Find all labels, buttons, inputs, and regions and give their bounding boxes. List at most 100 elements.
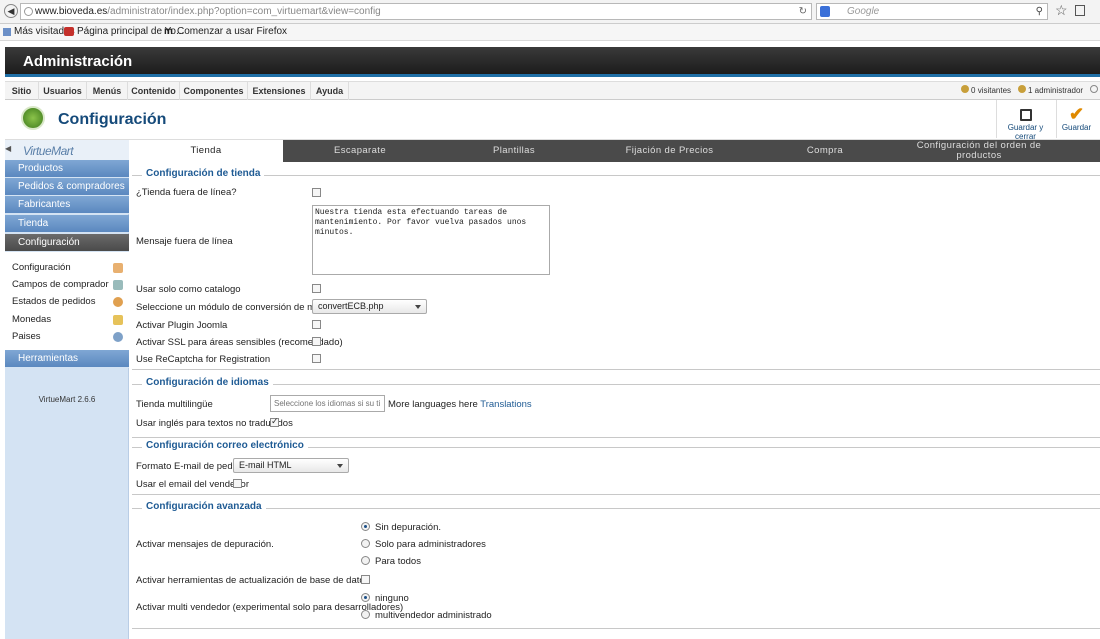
search-field[interactable]: Google ⚲ [816,3,1048,20]
browser-toolbar: ◀ www.bioveda.es/administrator/index.php… [0,0,1100,24]
sidebar-sub-campos[interactable]: Campos de comprador [5,276,129,293]
sidebar-item-pedidos[interactable]: Pedidos & compradores [5,178,129,196]
sub-label: Paises [12,331,41,342]
page-title: Configuración [58,111,167,128]
sidebar-sub-paises[interactable]: Paises [5,328,129,345]
multivendor-option-none: ninguno [375,593,409,604]
menu-componentes[interactable]: Componentes [180,82,248,100]
config-content: Configuración de tienda ¿Tienda fuera de… [129,162,1100,639]
debug-option-all: Para todos [375,556,421,567]
bookmark-firefox[interactable]: Comenzar a usar Firefox [177,24,287,40]
sub-label: Monedas [12,314,52,325]
currency-module-label: Seleccione un módulo de conversión de mo… [136,302,342,313]
save-close-label: Guardar y cerrar [1007,123,1044,141]
globe-icon [113,332,123,342]
menu-ayuda[interactable]: Ayuda [311,82,349,100]
offline-checkbox[interactable] [312,188,321,197]
joomla-plugin-checkbox[interactable] [312,320,321,329]
multilingual-label: Tienda multilingüe [136,399,213,410]
status-info: 0 visitantes 1 administrador [960,82,1100,100]
db-tools-label: Activar herramientas de actualización de… [136,575,370,586]
vendor-email-checkbox[interactable] [233,479,242,488]
google-icon [820,6,830,17]
section-legend: Configuración de idiomas [142,377,273,388]
visitors-count: 0 visitantes [971,86,1012,95]
sub-label: Campos de comprador [12,279,109,290]
coins-icon [113,315,123,325]
bookmarks-icon[interactable] [1075,5,1085,16]
tab-orden-productos[interactable]: Configuración del orden de productos [902,140,1056,162]
menu-menus[interactable]: Menús [87,82,128,100]
sidebar-sub-estados[interactable]: Estados de pedidos [5,293,129,310]
admin-header: Administración [5,47,1100,77]
sidebar-logo: ◀ VirtueMart [5,140,129,161]
email-format-select[interactable]: E-mail HTML [233,458,349,473]
status-icon [113,297,123,307]
sidebar-item-herramientas[interactable]: Herramientas [5,350,129,368]
save-label: Guardar [1061,123,1092,132]
admin-menu: Sitio Usuarios Menús Contenido Component… [5,81,1100,100]
offline-message-label: Mensaje fuera de línea [136,236,233,247]
sidebar-item-fabricantes[interactable]: Fabricantes [5,196,129,214]
firefox-icon: m [164,26,173,37]
menu-contenido[interactable]: Contenido [128,82,180,100]
sidebar-sub-configuracion[interactable]: Configuración [5,259,129,276]
checkmark-icon: ✔ [1068,104,1085,124]
debug-radio-none[interactable] [361,522,370,531]
bookmarks-bar: Más visitados Página principal de Yo... … [0,24,1100,41]
globe-icon [24,7,33,16]
tab-compra[interactable]: Compra [748,140,902,162]
url-path: /administrator/index.php?option=com_virt… [107,6,381,17]
back-icon[interactable]: ◀ [4,4,18,18]
virtuemart-logo: VirtueMart [23,144,74,158]
tab-fijacion-precios[interactable]: Fijación de Precios [591,140,748,162]
more-languages-label: More languages here [388,399,478,410]
sidebar-item-configuracion[interactable]: Configuración [5,234,129,252]
sidebar-item-productos[interactable]: Productos [5,160,129,178]
section-legend: Configuración correo electrónico [142,440,308,451]
offline-label: ¿Tienda fuera de línea? [136,187,237,198]
sidebar-item-tienda[interactable]: Tienda [5,215,129,233]
debug-radio-all[interactable] [361,556,370,565]
tab-tienda[interactable]: Tienda [129,140,283,162]
search-icon[interactable]: ⚲ [1036,4,1043,19]
admin-title: Administración [23,53,133,70]
currency-module-select[interactable]: convertECB.php [312,299,427,314]
english-fallback-checkbox[interactable] [270,416,279,427]
bookmark-icon [3,28,11,36]
menu-sitio[interactable]: Sitio [5,82,39,100]
search-placeholder: Google [847,6,880,17]
save-icon [1019,109,1032,121]
star-icon[interactable]: ☆ [1055,2,1068,19]
logout-icon[interactable] [1089,85,1098,93]
sidebar-sub-monedas[interactable]: Monedas [5,311,129,328]
tab-escaparate[interactable]: Escaparate [283,140,437,162]
multivendor-radio-none[interactable] [361,593,370,602]
multilingual-input[interactable] [270,395,385,412]
url-field[interactable]: www.bioveda.es/administrator/index.php?o… [20,3,812,20]
multivendor-option-admin: multivendedor administrado [375,610,492,621]
debug-radio-admins[interactable] [361,539,370,548]
debug-label: Activar mensajes de depuración. [136,539,274,550]
catalog-checkbox[interactable] [312,284,321,293]
translations-link[interactable]: Translations [480,399,531,410]
multivendor-radio-admin[interactable] [361,610,370,619]
catalog-label: Usar solo como catalogo [136,284,241,295]
virtuemart-logo-icon [21,106,45,130]
tab-plantillas[interactable]: Plantillas [437,140,591,162]
section-legend: Configuración de tienda [142,168,265,179]
youtube-icon [64,27,74,36]
ssl-checkbox[interactable] [312,337,321,346]
sub-label: Configuración [12,262,71,273]
save-close-button[interactable]: Guardar y cerrar [996,100,1054,141]
collapse-icon[interactable]: ◀ [5,144,11,153]
sub-label: Estados de pedidos [12,296,96,307]
offline-message-textarea[interactable]: Nuestra tienda esta efectuando tareas de… [312,205,550,275]
menu-extensiones[interactable]: Extensiones [248,82,311,100]
recaptcha-checkbox[interactable] [312,354,321,363]
save-button[interactable]: ✔ Guardar [1056,100,1096,138]
menu-usuarios[interactable]: Usuarios [39,82,87,100]
version-label: VirtueMart 2.6.6 [38,395,96,404]
db-tools-checkbox[interactable] [361,575,370,584]
reload-icon[interactable]: ↻ [799,4,807,19]
